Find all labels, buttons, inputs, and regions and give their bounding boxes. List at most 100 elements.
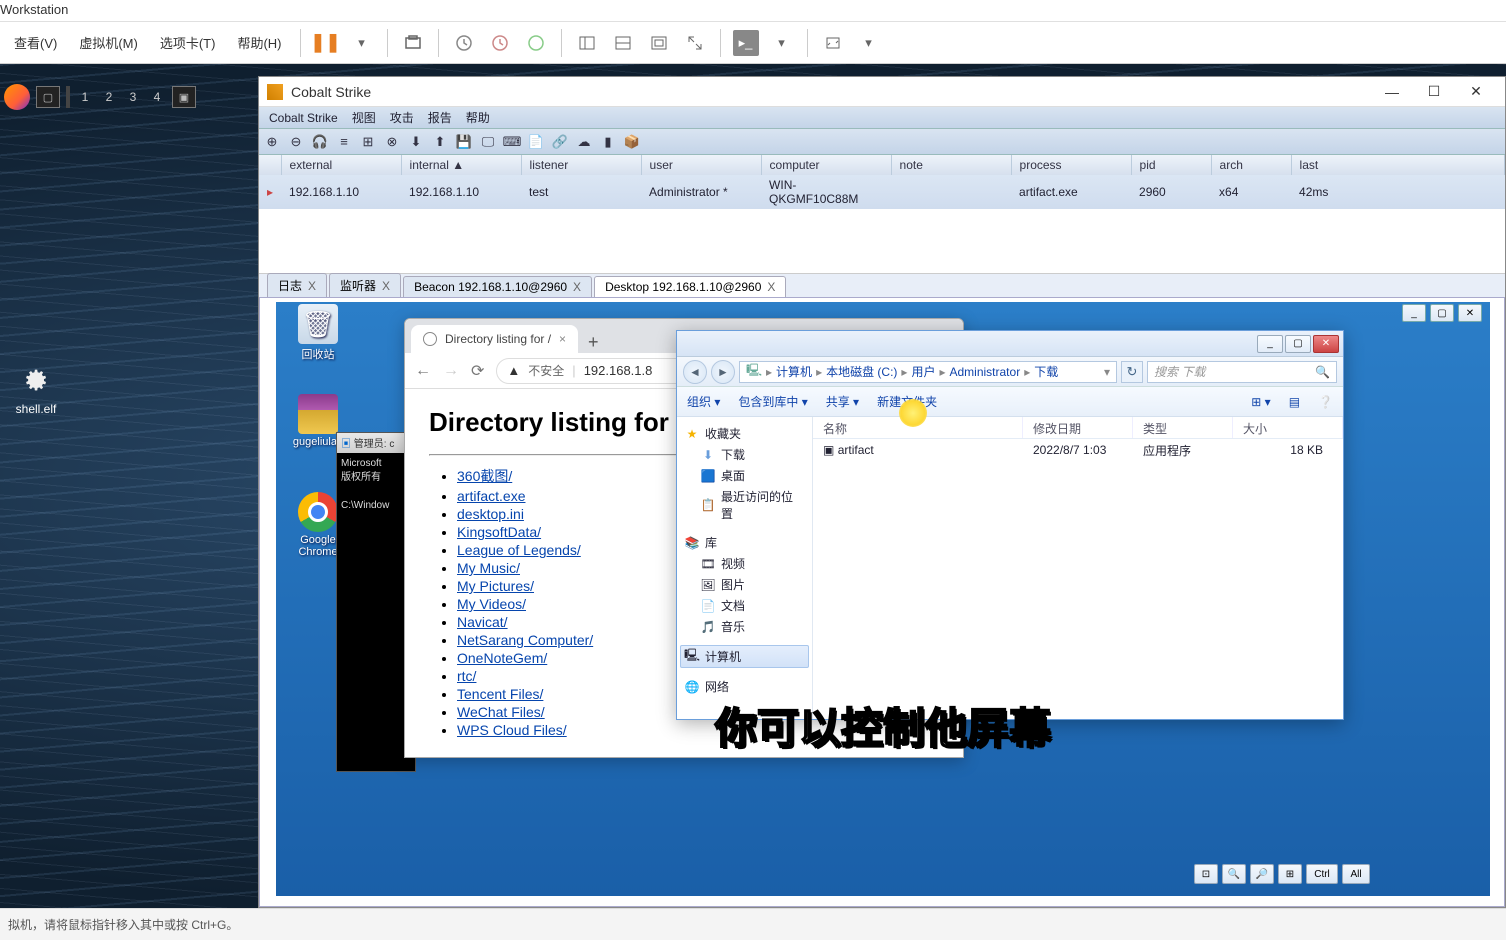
newfolder-button[interactable]: 新建文件夹 [877, 393, 937, 410]
close-icon[interactable]: X [573, 280, 581, 294]
directory-link[interactable]: WPS Cloud Files/ [457, 722, 567, 738]
upload-icon[interactable]: ⬆ [431, 133, 449, 151]
col-user[interactable]: user [641, 155, 761, 175]
unity-icon[interactable] [682, 30, 708, 56]
search-input[interactable]: 搜索 下载 🔍 [1147, 361, 1337, 383]
close-icon[interactable]: X [767, 280, 775, 294]
vm-menu-tabs[interactable]: 选项卡(T) [150, 29, 226, 56]
favorites-group[interactable]: ★收藏夹 [681, 423, 808, 444]
beacon-row[interactable]: ▸ 192.168.1.10 192.168.1.10 test Adminis… [259, 175, 1505, 209]
stretch-icon[interactable] [820, 30, 846, 56]
refresh-button[interactable]: ↻ [1121, 361, 1143, 383]
back-button[interactable]: ◄ [683, 360, 707, 384]
new-tab-button[interactable]: + [578, 332, 609, 353]
col-computer[interactable]: computer [761, 155, 891, 175]
forward-button[interactable]: ► [711, 360, 735, 384]
directory-link[interactable]: rtc/ [457, 668, 476, 684]
dropdown-icon[interactable]: ▾ [856, 30, 882, 56]
network-group[interactable]: 🌐网络 [681, 676, 808, 697]
save-icon[interactable]: 💾 [455, 133, 473, 151]
directory-link[interactable]: OneNoteGem/ [457, 650, 547, 666]
sidebar-downloads[interactable]: ⬇下载 [681, 444, 808, 465]
server-icon[interactable]: ▮ [599, 133, 617, 151]
browser-tab[interactable]: Directory listing for / × [411, 325, 578, 353]
include-button[interactable]: 包含到库中 ▾ [738, 393, 807, 410]
directory-link[interactable]: Navicat/ [457, 614, 508, 630]
terminal-icon[interactable]: ▢ [36, 86, 60, 108]
sidebar-pictures[interactable]: 🖼图片 [681, 574, 808, 595]
zoom-out-icon[interactable]: 🔍 [1222, 864, 1246, 884]
forward-button[interactable]: → [443, 362, 459, 380]
target-icon[interactable]: ⊗ [383, 133, 401, 151]
zoom-fit-icon[interactable]: ⊡ [1194, 864, 1218, 884]
reload-button[interactable]: ⟳ [471, 361, 484, 381]
cs-menu-main[interactable]: Cobalt Strike [265, 109, 342, 127]
close-icon[interactable]: × [559, 332, 566, 346]
breadcrumb[interactable]: 🖳 ▸ 计算机▸ 本地磁盘 (C:)▸ 用户▸ Administrator▸ 下… [739, 361, 1117, 383]
disconnect-icon[interactable]: ⊖ [287, 133, 305, 151]
cs-menu-report[interactable]: 报告 [424, 107, 456, 128]
col-note[interactable]: note [891, 155, 1011, 175]
vm-menu-help[interactable]: 帮助(H) [227, 29, 291, 56]
library-group[interactable]: 📚库 [681, 532, 808, 553]
tab-desktop[interactable]: Desktop 192.168.1.10@2960X [594, 276, 786, 297]
computer-group[interactable]: 🖳计算机 [680, 645, 809, 668]
all-button[interactable]: All [1342, 864, 1370, 884]
workspace-2[interactable]: 2 [100, 86, 118, 108]
maximize-button[interactable]: ☐ [1413, 78, 1455, 106]
vm-menu-view[interactable]: 查看(V) [4, 29, 67, 56]
cloud-icon[interactable]: ☁ [575, 133, 593, 151]
fullscreen-icon[interactable] [646, 30, 672, 56]
cs-menu-attack[interactable]: 攻击 [386, 107, 418, 128]
close-icon[interactable]: X [382, 279, 390, 293]
pause-icon[interactable]: ❚❚ [313, 30, 339, 56]
maximize-button[interactable]: ▢ [1285, 335, 1311, 353]
sidebar-documents[interactable]: 📄文档 [681, 595, 808, 616]
grid-icon[interactable]: ⊞ [359, 133, 377, 151]
col-date[interactable]: 修改日期 [1023, 417, 1133, 438]
col-last[interactable]: last [1291, 155, 1504, 175]
minimize-button[interactable]: _ [1257, 335, 1283, 353]
package-icon[interactable]: 📦 [623, 133, 641, 151]
dropdown-icon[interactable]: ▾ [349, 30, 375, 56]
zoom-100-icon[interactable]: ⊞ [1278, 864, 1302, 884]
rd-maximize[interactable]: ▢ [1430, 304, 1454, 322]
layout1-icon[interactable] [574, 30, 600, 56]
recycle-bin[interactable]: 回收站 [288, 304, 348, 362]
file-row[interactable]: ▣ artifact 2022/8/7 1:03 应用程序 18 KB [813, 439, 1343, 461]
minimize-button[interactable]: — [1371, 78, 1413, 106]
cs-menu-view[interactable]: 视图 [348, 107, 380, 128]
rd-close[interactable]: ✕ [1458, 304, 1482, 322]
close-button[interactable]: ✕ [1455, 78, 1497, 106]
workspace-1[interactable]: 1 [76, 86, 94, 108]
col-arch[interactable]: arch [1211, 155, 1291, 175]
cs-menu-help[interactable]: 帮助 [462, 107, 494, 128]
help-icon[interactable]: ❔ [1318, 395, 1333, 409]
col-process[interactable]: process [1011, 155, 1131, 175]
file-icon[interactable]: 📄 [527, 133, 545, 151]
app-icon[interactable]: ▣ [172, 86, 196, 108]
remote-desktop[interactable]: _ ▢ ✕ 回收站 gugeliulan Google Chrome [276, 302, 1490, 896]
directory-link[interactable]: League of Legends/ [457, 542, 581, 558]
vm-menu-vm[interactable]: 虚拟机(M) [69, 29, 148, 56]
sidebar-videos[interactable]: 🎞视频 [681, 553, 808, 574]
workspace-3[interactable]: 3 [124, 86, 142, 108]
directory-link[interactable]: My Music/ [457, 560, 520, 576]
close-button[interactable]: ✕ [1313, 335, 1339, 353]
snapshot-icon[interactable] [400, 30, 426, 56]
view-button[interactable]: ⊞ ▾ [1251, 395, 1270, 409]
link-icon[interactable]: 🔗 [551, 133, 569, 151]
workspace-4[interactable]: 4 [148, 86, 166, 108]
col-size[interactable]: 大小 [1233, 417, 1343, 438]
col-pid[interactable]: pid [1131, 155, 1211, 175]
dropdown-icon[interactable]: ▾ [769, 30, 795, 56]
keyboard-icon[interactable]: ⌨ [503, 133, 521, 151]
directory-link[interactable]: My Videos/ [457, 596, 526, 612]
col-type[interactable]: 类型 [1133, 417, 1233, 438]
clock-icon[interactable] [451, 30, 477, 56]
firefox-icon[interactable] [4, 84, 30, 110]
directory-link[interactable]: desktop.ini [457, 506, 524, 522]
list-icon[interactable]: ≡ [335, 133, 353, 151]
sidebar-desktop[interactable]: 🟦桌面 [681, 465, 808, 486]
monitor-icon[interactable]: 🖵 [479, 133, 497, 151]
